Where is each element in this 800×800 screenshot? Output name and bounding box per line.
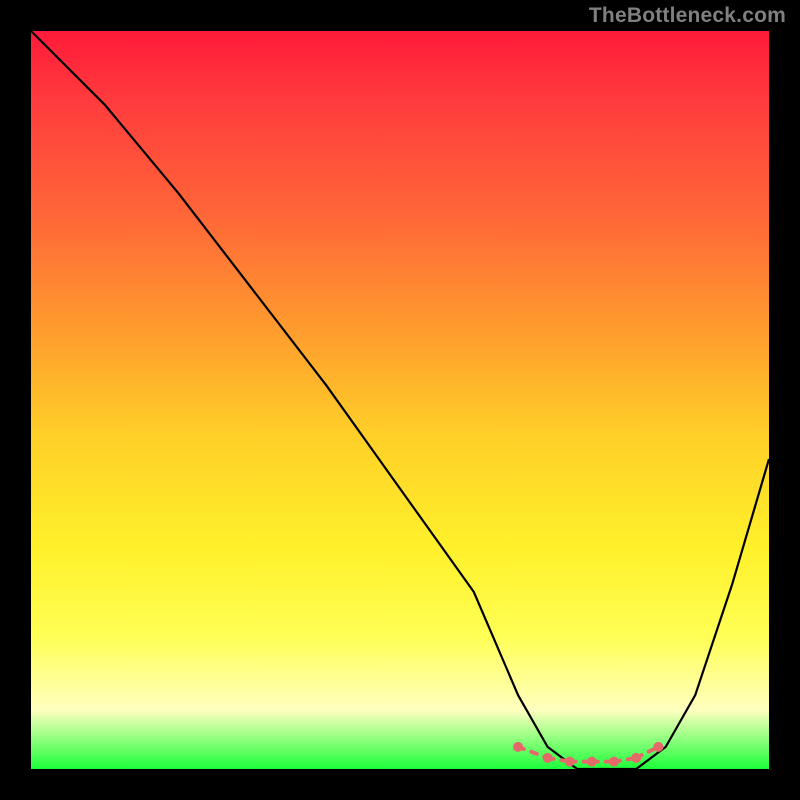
optimal-marker [631, 753, 641, 763]
optimal-marker [565, 757, 575, 767]
optimal-range-segment [518, 747, 548, 758]
optimal-range-segment [636, 747, 658, 758]
optimal-range-segment [548, 758, 570, 762]
chart-stage: TheBottleneck.com [0, 0, 800, 800]
plot-area [31, 31, 769, 769]
curve-layer [31, 31, 769, 769]
watermark-text: TheBottleneck.com [589, 4, 786, 28]
optimal-marker [653, 742, 663, 752]
optimal-range-markers [513, 742, 663, 767]
optimal-marker [609, 757, 619, 767]
optimal-range-segment [614, 758, 636, 762]
optimal-marker [543, 753, 553, 763]
optimal-marker [513, 742, 523, 752]
bottleneck-curve [31, 31, 769, 769]
optimal-marker [587, 757, 597, 767]
